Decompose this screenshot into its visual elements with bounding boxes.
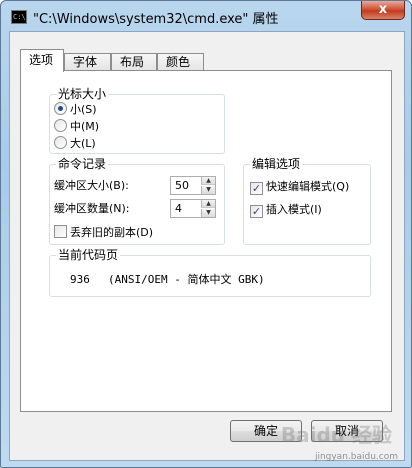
cursor-size-small-radio[interactable]: 小(S)	[54, 102, 97, 118]
checkbox-label: 快速编辑模式(Q)	[266, 180, 350, 193]
edit-options-legend: 编辑选项	[250, 157, 303, 171]
cursor-size-group: 光标大小 小(S) 中(M) 大(L)	[49, 87, 225, 154]
window-title: "C:\Windows\system32\cmd.exe" 属性	[33, 12, 279, 27]
spin-down-arrow-icon[interactable]: ▼	[201, 209, 215, 217]
buffer-size-value[interactable]: 50	[175, 178, 189, 194]
cursor-size-legend: 光标大小	[56, 87, 109, 101]
checkbox-unchecked-icon	[54, 225, 67, 238]
spin-up-arrow-icon[interactable]: ▲	[201, 177, 215, 185]
baidu-watermark-logo: Baidu 经验	[280, 423, 392, 447]
tab-font[interactable]: 字体	[64, 53, 111, 71]
tab-colors[interactable]: 颜色	[157, 53, 204, 71]
radio-unchecked-icon	[54, 119, 67, 132]
buffer-count-label: 缓冲区数量(N):	[54, 202, 130, 215]
command-history-legend: 命令记录	[56, 157, 109, 171]
code-page-description: (ANSI/OEM - 简体中文 GBK)	[108, 273, 265, 286]
radio-label: 大(L)	[70, 137, 96, 150]
cmd-app-icon: C:\.	[11, 10, 30, 24]
discard-old-duplicates-checkbox[interactable]: 丢弃旧的副本(D)	[54, 225, 153, 241]
tab-layout[interactable]: 布局	[111, 53, 157, 71]
tab-options[interactable]: 选项	[20, 49, 64, 72]
edit-options-group: 编辑选项 ✓ 快速编辑模式(Q) ✓ 插入模式(I)	[243, 157, 371, 245]
checkbox-label: 插入模式(I)	[266, 203, 322, 216]
radio-label: 小(S)	[70, 103, 97, 116]
code-page-number: 936	[70, 273, 90, 286]
buffer-size-spinner[interactable]: 50 ▲ ▼	[170, 176, 216, 195]
radio-label: 中(M)	[70, 120, 100, 133]
spin-up-arrow-icon[interactable]: ▲	[201, 200, 215, 208]
checkbox-checked-icon: ✓	[250, 205, 263, 218]
radio-unchecked-icon	[54, 136, 67, 149]
spin-down-arrow-icon[interactable]: ▼	[201, 186, 215, 194]
cursor-size-large-radio[interactable]: 大(L)	[54, 136, 96, 152]
current-code-page-group: 当前代码页 936 (ANSI/OEM - 简体中文 GBK)	[49, 248, 371, 297]
spin-buttons: ▲ ▼	[201, 200, 215, 217]
title-bar[interactable]: C:\. "C:\Windows\system32\cmd.exe" 属性 x	[1, 1, 411, 31]
options-tab-page: 光标大小 小(S) 中(M) 大(L) 命令记录 缓冲区大小(B): 50 ▲ …	[20, 70, 392, 412]
insert-mode-checkbox[interactable]: ✓ 插入模式(I)	[250, 202, 322, 218]
cursor-size-medium-radio[interactable]: 中(M)	[54, 119, 99, 135]
buffer-count-spinner[interactable]: 4 ▲ ▼	[170, 199, 216, 218]
command-history-group: 命令记录 缓冲区大小(B): 50 ▲ ▼ 缓冲区数量(N): 4 ▲ ▼ 丢弃…	[49, 157, 225, 245]
watermark-url: jingyan.baidu.com	[314, 452, 398, 462]
checkbox-checked-icon: ✓	[250, 182, 263, 195]
checkbox-label: 丢弃旧的副本(D)	[70, 226, 154, 239]
buffer-size-label: 缓冲区大小(B):	[54, 179, 129, 192]
radio-checked-icon	[54, 102, 67, 115]
code-page-legend: 当前代码页	[56, 248, 121, 262]
close-button[interactable]: x	[361, 1, 405, 20]
spin-buttons: ▲ ▼	[201, 177, 215, 194]
quick-edit-checkbox[interactable]: ✓ 快速编辑模式(Q)	[250, 179, 349, 195]
buffer-count-value[interactable]: 4	[175, 201, 182, 217]
